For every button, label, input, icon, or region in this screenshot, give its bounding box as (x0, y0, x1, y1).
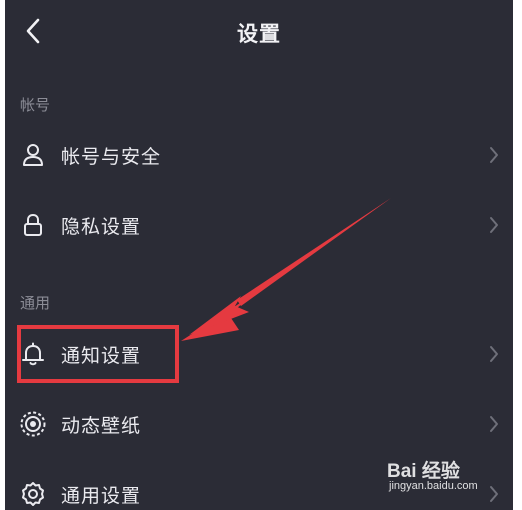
row-label: 帐号与安全 (61, 145, 162, 168)
row-live-wallpaper[interactable]: 动态壁纸 (5, 395, 513, 453)
lock-icon (19, 211, 47, 239)
chevron-right-icon (487, 344, 501, 364)
chevron-right-icon (487, 414, 501, 434)
gear-icon (19, 480, 47, 508)
baidu-jingyan-watermark: Bai 经验 jingyan.baidu.com (387, 456, 499, 496)
row-privacy-settings[interactable]: 隐私设置 (5, 196, 513, 254)
live-wallpaper-icon (19, 410, 47, 438)
row-label: 通用设置 (61, 484, 142, 507)
bell-icon (19, 340, 47, 368)
row-account-security[interactable]: 帐号与安全 (5, 126, 513, 184)
user-icon (19, 141, 47, 169)
row-label: 通知设置 (61, 344, 142, 367)
section-label-account: 帐号 (20, 96, 51, 114)
row-label: 隐私设置 (61, 215, 142, 238)
header: 设置 (5, 0, 513, 66)
page-title: 设置 (237, 22, 281, 46)
watermark-brand: Bai 经验 (387, 461, 460, 482)
settings-screen: 设置 帐号 帐号与安全 隐私设置 通用 通知设置 动态壁纸 通用设置 Bai 经… (5, 0, 513, 510)
chevron-right-icon (487, 145, 501, 165)
row-label: 动态壁纸 (61, 414, 142, 437)
chevron-right-icon (487, 215, 501, 235)
watermark-url: jingyan.baidu.com (389, 480, 478, 492)
row-notification-settings[interactable]: 通知设置 (5, 325, 513, 383)
section-label-general: 通用 (20, 294, 51, 312)
